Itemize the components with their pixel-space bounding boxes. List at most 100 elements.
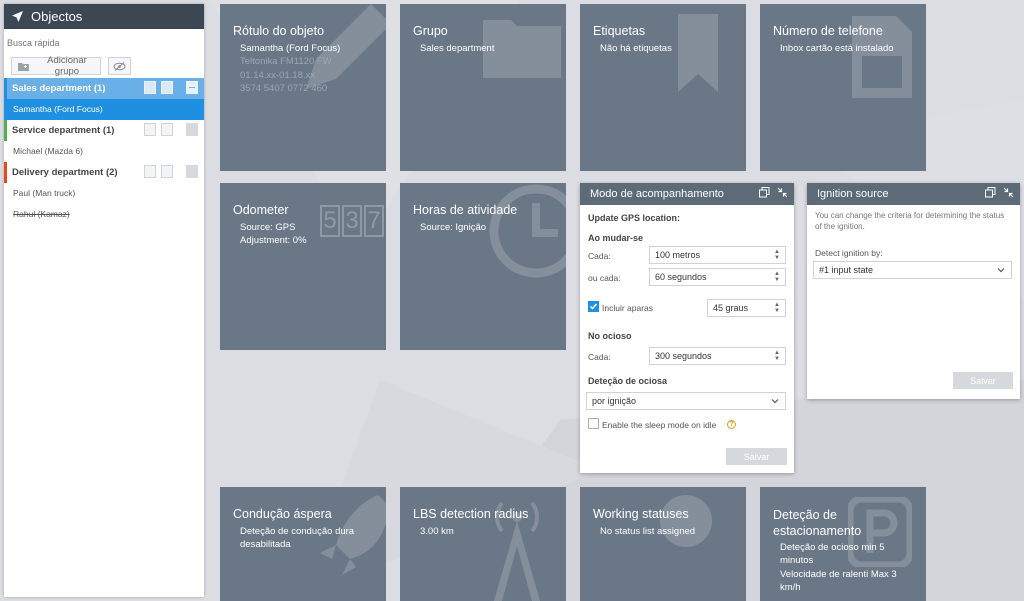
unit-label: Paul (Man truck) [13,188,76,198]
odometer-adjustment: Adjustment: 0% [240,235,307,247]
group-select-icon[interactable] [144,164,156,178]
group-sales-department[interactable]: Sales department (1) [4,77,204,99]
group-value: Sales department [420,43,495,54]
group-comment-icon[interactable] [186,164,198,178]
ignition-source-panel: Ignition source You can change the crite… [807,183,1020,399]
tile-title: LBS detection radius [413,507,529,521]
unit-paul-man-truck[interactable]: Paul (Man truck) [4,183,204,204]
quick-search-input[interactable] [4,29,204,49]
ignition-description: You can change the criteria for determin… [815,211,1005,231]
include-turns-label: Incluir aparas [602,303,654,313]
tags-value: Não há etiquetas [600,43,672,54]
parking-idle-detection: Deteção de ocioso min 5 minutos [780,542,885,567]
tile-parking-detection[interactable]: Deteção de estacionamento Deteção de oci… [760,487,926,601]
degrees-stepper[interactable]: 45 graus ▲ ▼ [707,299,786,317]
detect-ignition-select[interactable]: #1 input state [813,261,1012,279]
unit-label: Michael (Mazda 6) [13,146,83,156]
panel-title: Ignition source [817,188,889,200]
panel-title: Modo de acompanhamento [590,188,724,200]
include-turns-checkbox[interactable] [588,301,599,312]
navigation-arrow-icon [12,11,23,22]
unit-label: Samantha (Ford Focus) [13,104,103,114]
sleep-mode-checkbox[interactable] [588,418,599,429]
detect-ignition-value: #1 input state [819,265,874,275]
working-statuses-value: No status list assigned [600,526,696,537]
group-delivery-department[interactable]: Delivery department (2) [4,161,204,183]
update-gps-label: Update GPS location: [588,213,681,223]
tile-lbs-detection-radius[interactable]: LBS detection radius 3.00 km [400,487,566,601]
group-select-icon[interactable] [144,80,156,94]
add-group-button[interactable]: Adicionar grupo [11,55,101,77]
copy-icon[interactable] [985,187,996,198]
or-every-label: ou cada: [588,273,621,283]
time-stepper[interactable]: 60 segundos ▲ ▼ [649,268,786,286]
visibility-toggle-button[interactable] [108,57,131,75]
unit-samantha-ford-focus[interactable]: Samantha (Ford Focus) [4,98,204,120]
folder-add-icon [18,62,29,71]
tile-title: Working statuses [593,507,689,521]
tile-title: Condução áspera [233,507,332,521]
tile-title: Rótulo do objeto [233,24,325,38]
help-icon[interactable]: ? [727,420,736,429]
harsh-driving-value: Deteção de condução dura desabilitada [240,526,355,551]
tile-title: Deteção de estacionamento [773,508,862,538]
on-move-label: Ao mudar-se [588,233,644,243]
parking-idle-speed: Velocidade de ralenti Max 3 km/h [780,568,897,593]
checkmark-icon [589,303,598,310]
tile-tags[interactable]: Etiquetas Não há etiquetas [580,4,746,171]
degrees-value: 45 graus [713,303,749,313]
unit-michael-mazda-6[interactable]: Michael (Mazda 6) [4,141,204,162]
sidebar-header: Objectos [4,4,204,29]
group-service-department[interactable]: Service department (1) [4,119,204,141]
stepper-arrows-icon[interactable]: ▲ ▼ [774,271,780,283]
idle-time-stepper[interactable]: 300 segundos ▲ ▼ [649,347,786,365]
sleep-mode-label: Enable the sleep mode on idle [602,420,717,430]
panel-header: Ignition source [807,183,1020,205]
stepper-arrows-icon[interactable]: ▲ ▼ [774,350,780,362]
tile-harsh-driving[interactable]: Condução áspera Deteção de condução dura… [220,487,386,601]
copy-icon[interactable] [759,187,770,198]
chevron-down-icon [771,399,779,404]
group-edit-icon[interactable] [161,80,173,94]
sidebar-toolbar: Adicionar grupo [4,51,204,78]
panel-header: Modo de acompanhamento [580,183,794,205]
idle-every-label: Cada: [588,352,611,362]
unit-rahul-kamaz[interactable]: Rahul (Kamaz) [4,204,204,225]
group-comment-icon[interactable] [186,122,198,136]
collapse-icon[interactable] [777,187,788,198]
idle-detection-value: por ignição [592,396,637,406]
distance-stepper[interactable]: 100 metros ▲ ▼ [649,246,786,264]
group-edit-icon[interactable] [161,122,173,136]
group-color-bar [4,119,7,141]
group-color-bar [4,77,7,99]
group-edit-icon[interactable] [161,164,173,178]
stepper-arrows-icon[interactable]: ▲ ▼ [774,249,780,261]
firmware-version: 01.14.xx-01.18.xx [240,69,315,81]
tile-working-statuses[interactable]: Working statuses No status list assigned [580,487,746,601]
tile-group[interactable]: Grupo Sales department [400,4,566,171]
tile-object-label[interactable]: Rótulo do objeto Samantha (Ford Focus) T… [220,4,386,171]
tile-title: Etiquetas [593,24,646,38]
sidebar-title: Objectos [31,9,83,24]
idle-detection-select[interactable]: por ignição [586,392,786,410]
unit-label: Rahul (Kamaz) [13,209,70,219]
group-select-icon[interactable] [144,122,156,136]
tile-title: Grupo [413,24,448,38]
stepper-arrows-icon[interactable]: ▲ ▼ [774,302,780,314]
tile-phone-number[interactable]: Número de telefone Inbox cartão está ins… [760,4,926,171]
collapse-icon[interactable] [1003,187,1014,198]
objects-sidebar: Objectos Adicionar grupo Sales departmen… [4,4,204,597]
time-value: 60 segundos [655,272,707,282]
lbs-value: 3.00 km [420,526,454,537]
object-name: Samantha (Ford Focus) [240,43,341,54]
tile-title: Horas de atividade [413,203,518,217]
group-collapse-icon[interactable] [186,80,198,94]
device-model: Teltonika FM1120 FW [240,56,332,68]
odometer-source: Source: GPS [240,222,296,233]
engine-hours-source: Source: Ignição [420,222,487,233]
tile-engine-hours[interactable]: Horas de atividade Source: Ignição [400,183,566,350]
tracking-save-button[interactable]: Salvar [726,448,787,465]
tile-odometer[interactable]: 5 3 7 Odometer Source: GPS Adjustment: 0… [220,183,386,350]
phone-value: Inbox cartão está instalado [780,43,894,54]
ignition-save-button[interactable]: Salvar [953,372,1013,389]
